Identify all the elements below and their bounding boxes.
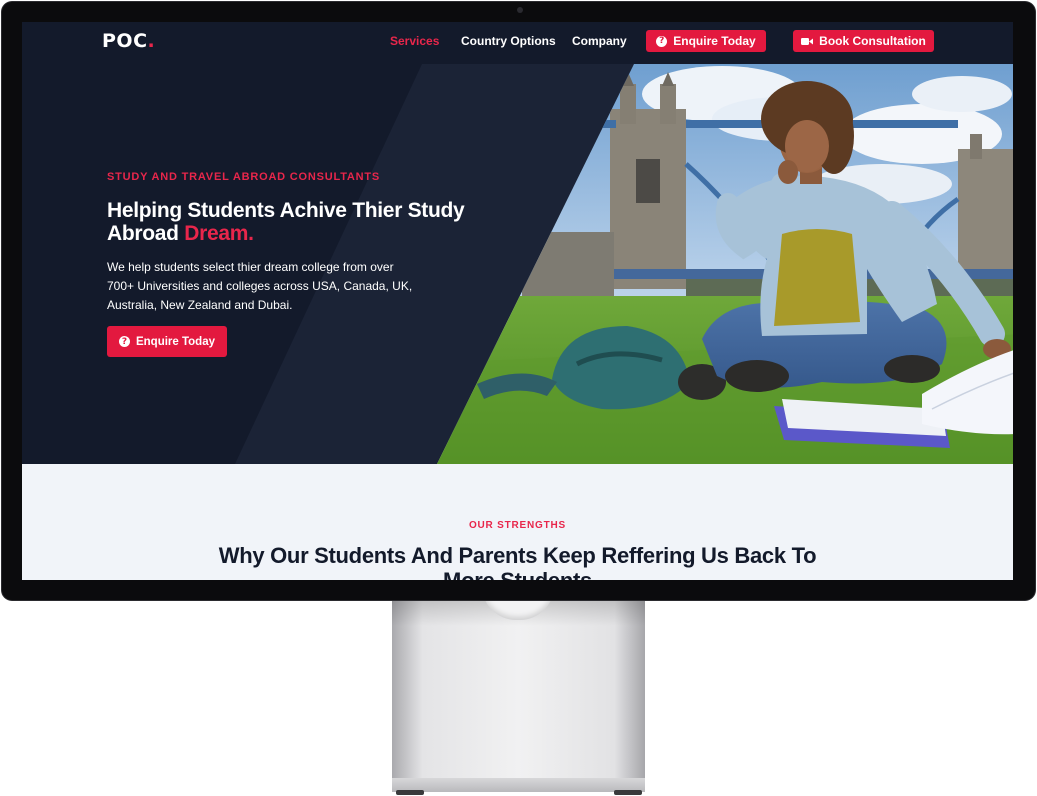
brand-name: POC [102, 30, 148, 52]
monitor-stand-base [392, 778, 645, 792]
camera-dot [517, 7, 523, 13]
top-navigation: POC. Services Country Options Company ? … [22, 22, 1013, 64]
monitor-stand [392, 596, 645, 782]
hero-title-main: Helping Students Achive Thier Study Abro… [107, 199, 465, 245]
question-icon: ? [656, 35, 668, 47]
question-icon: ? [118, 336, 130, 347]
brand-dot: . [147, 30, 156, 52]
monitor-foot-left [396, 790, 424, 795]
book-consultation-button[interactable]: Book Consultation [793, 30, 934, 52]
nav-link-country-options[interactable]: Country Options [461, 34, 556, 48]
hero-title-accent: Dream. [184, 222, 254, 245]
hero-section: STUDY AND TRAVEL ABROAD CONSULTANTS Help… [22, 64, 1013, 464]
hero-description: We help students select thier dream coll… [107, 260, 413, 312]
brand-logo[interactable]: POC. [102, 30, 155, 52]
hero-enquire-label: Enquire Today [135, 335, 216, 348]
strengths-eyebrow: OUR STRENGTHS [468, 520, 567, 531]
website-screen: STUDY AND TRAVEL ABROAD CONSULTANTS Help… [22, 22, 1013, 580]
nav-link-company[interactable]: Company [572, 34, 627, 48]
nav-link-services[interactable]: Services [390, 34, 439, 48]
book-consultation-label: Book Consultation [819, 34, 926, 48]
hero-eyebrow: STUDY AND TRAVEL ABROAD CONSULTANTS [107, 171, 381, 183]
video-camera-icon [801, 37, 814, 45]
nav-enquire-label: Enquire Today [673, 34, 756, 48]
strengths-title: Why Our Students And Parents Keep Reffer… [218, 543, 817, 580]
nav-enquire-button[interactable]: ? Enquire Today [646, 30, 766, 52]
hero-title: Helping Students Achive Thier Study Abro… [107, 199, 467, 245]
strengths-section: OUR STRENGTHS Why Our Students And Paren… [22, 464, 1013, 580]
monitor-foot-right [614, 790, 642, 795]
hero-enquire-button[interactable]: ? Enquire Today [107, 326, 227, 357]
